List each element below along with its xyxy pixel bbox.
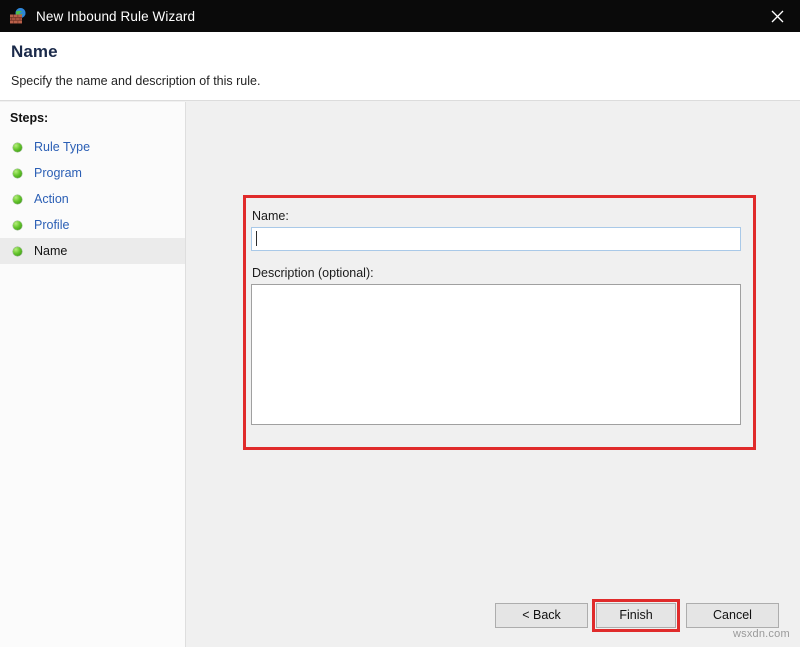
text-caret xyxy=(256,231,257,246)
sidebar-item-profile[interactable]: Profile xyxy=(0,212,185,238)
sidebar-item-label: Profile xyxy=(34,218,69,232)
sidebar-item-label: Program xyxy=(34,166,82,180)
name-field-label: Name: xyxy=(252,209,289,223)
steps-list: Rule Type Program Action Profile Name xyxy=(0,134,185,264)
green-bullet-icon xyxy=(13,247,22,256)
close-icon[interactable] xyxy=(754,0,800,32)
sidebar-item-rule-type[interactable]: Rule Type xyxy=(0,134,185,160)
description-textarea[interactable] xyxy=(251,284,741,425)
sidebar-item-program[interactable]: Program xyxy=(0,160,185,186)
sidebar-item-label: Rule Type xyxy=(34,140,90,154)
sidebar-item-label: Name xyxy=(34,244,67,258)
watermark: wsxdn.com xyxy=(733,628,790,640)
window-title: New Inbound Rule Wizard xyxy=(36,9,195,24)
steps-heading: Steps: xyxy=(10,111,48,125)
description-field-label: Description (optional): xyxy=(252,266,374,280)
new-inbound-rule-wizard-window: New Inbound Rule Wizard Name Specify the… xyxy=(0,0,800,647)
firewall-brick-globe-icon xyxy=(9,7,27,25)
green-bullet-icon xyxy=(13,143,22,152)
page-header: Name Specify the name and description of… xyxy=(0,32,800,101)
green-bullet-icon xyxy=(13,195,22,204)
sidebar-item-label: Action xyxy=(34,192,69,206)
page-title: Name xyxy=(11,42,58,62)
finish-button[interactable]: Finish xyxy=(596,603,676,628)
green-bullet-icon xyxy=(13,221,22,230)
back-button[interactable]: < Back xyxy=(495,603,588,628)
sidebar-item-action[interactable]: Action xyxy=(0,186,185,212)
page-subtitle: Specify the name and description of this… xyxy=(11,74,260,88)
cancel-button[interactable]: Cancel xyxy=(686,603,779,628)
name-input[interactable] xyxy=(251,227,741,251)
green-bullet-icon xyxy=(13,169,22,178)
title-bar: New Inbound Rule Wizard xyxy=(0,0,800,32)
steps-sidebar: Steps: Rule Type Program Action Profile … xyxy=(0,102,186,647)
sidebar-item-name[interactable]: Name xyxy=(0,238,185,264)
